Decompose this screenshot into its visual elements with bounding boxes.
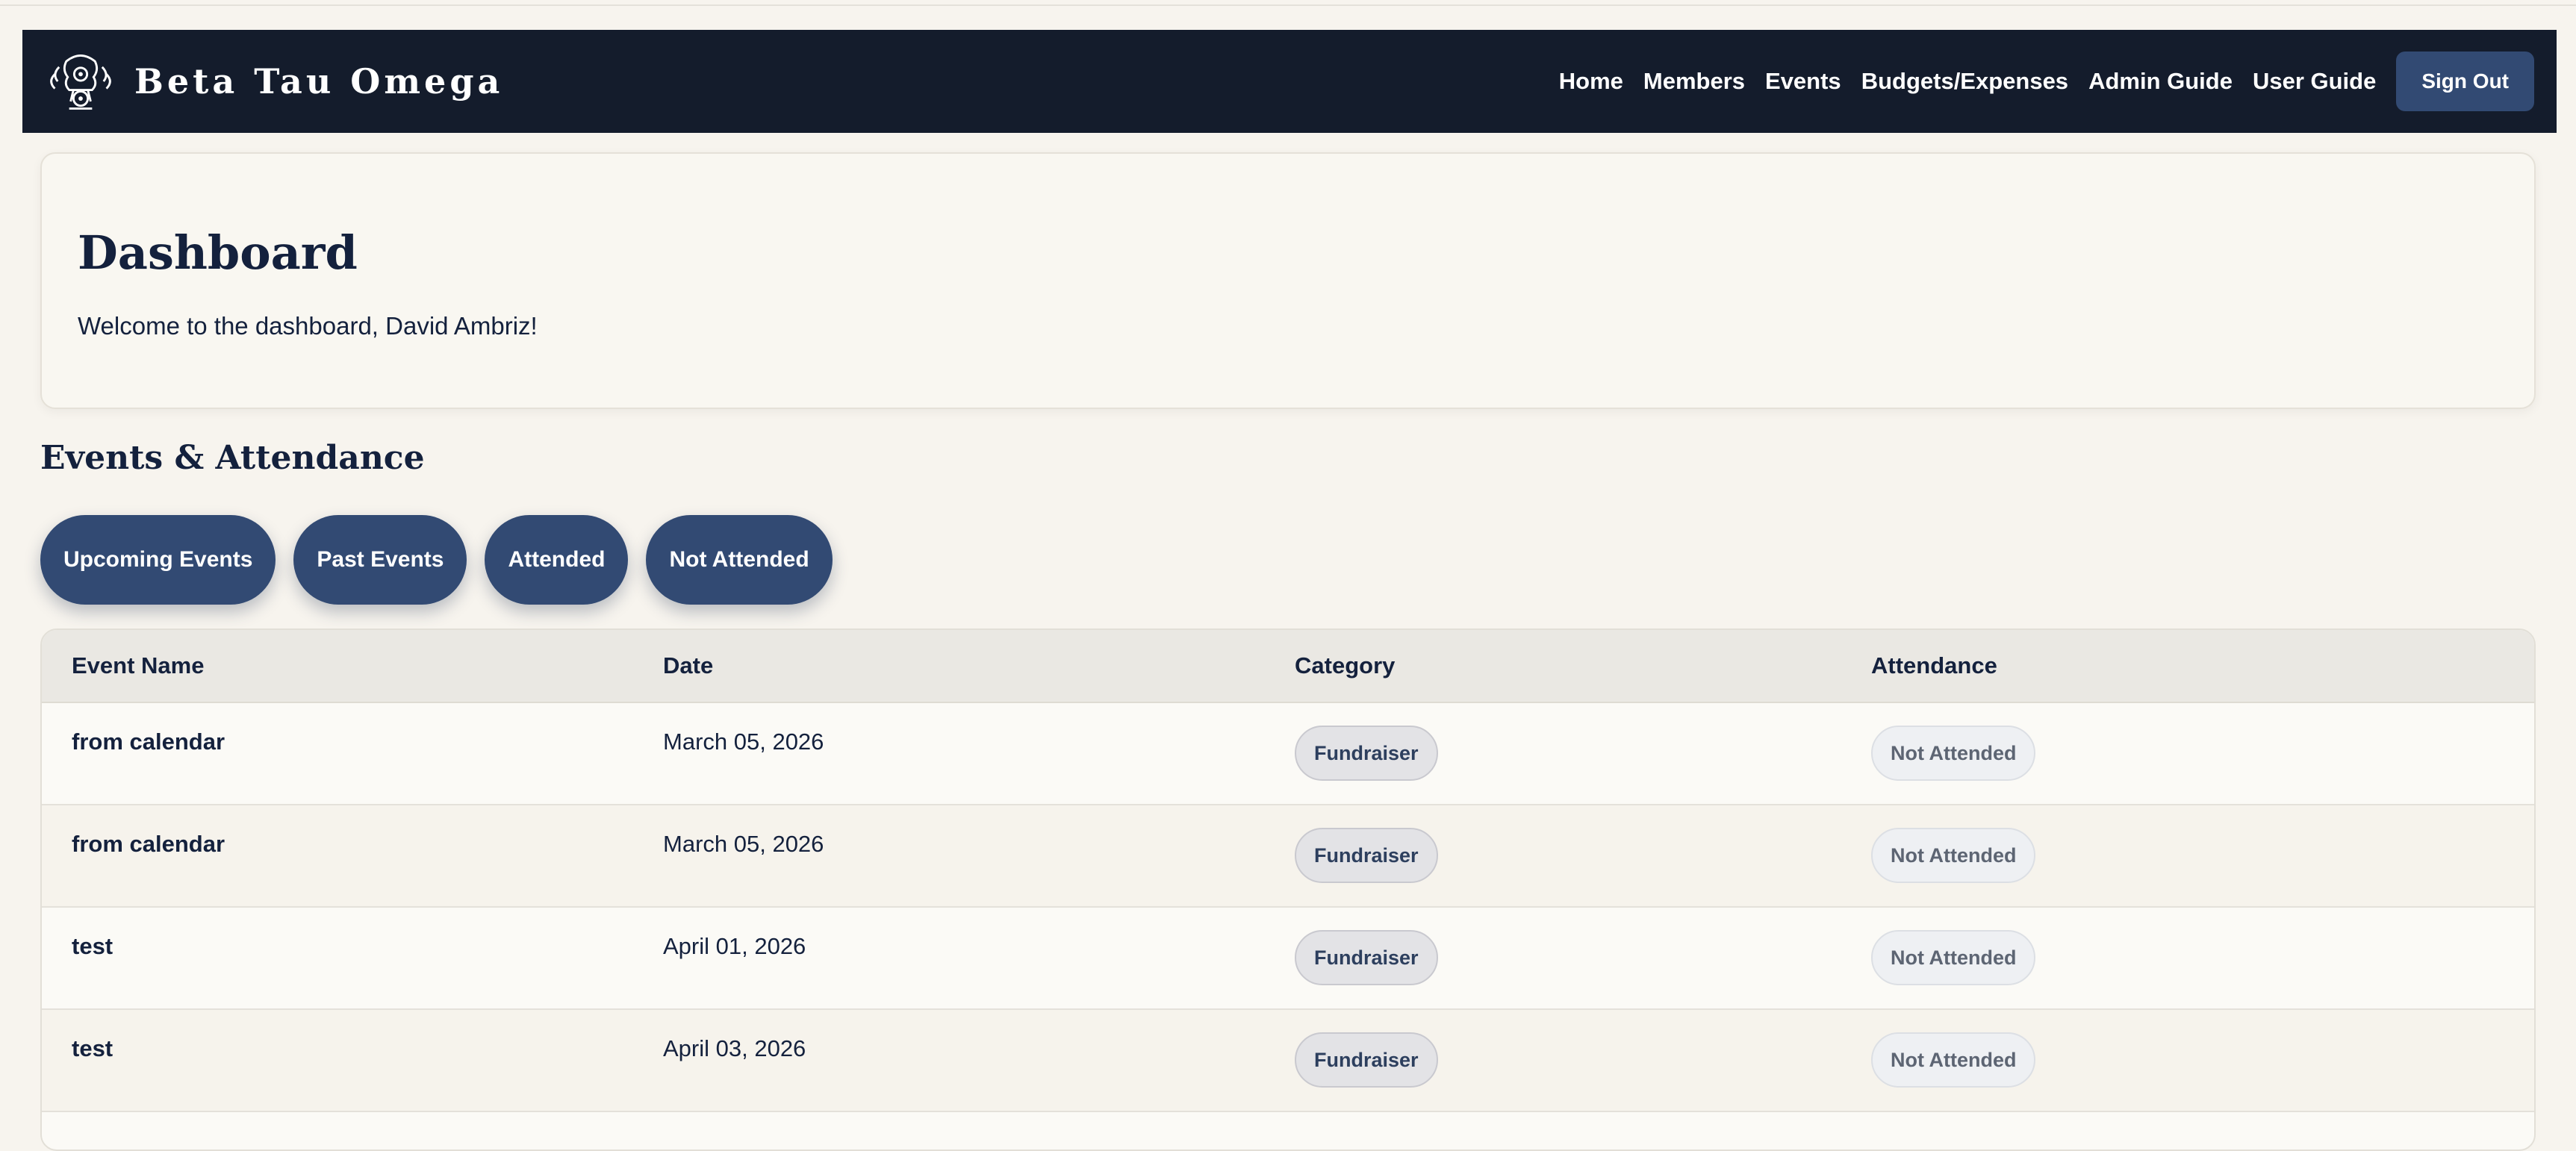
filter-not-attended-button[interactable]: Not Attended — [646, 515, 833, 605]
event-name-cell: from calendar — [72, 729, 225, 755]
column-header-attendance[interactable]: Attendance — [1871, 652, 2534, 679]
event-category-cell: Fundraiser — [1295, 805, 1871, 906]
event-attendance-cell: Not Attended — [1871, 805, 2534, 906]
column-header-category[interactable]: Category — [1295, 652, 1871, 679]
category-badge: Fundraiser — [1295, 1032, 1438, 1088]
attendance-badge: Not Attended — [1871, 726, 2036, 781]
filter-attended-button[interactable]: Attended — [485, 515, 629, 605]
event-name-cell: test — [72, 1035, 113, 1061]
top-navbar: Beta Tau Omega Home Members Events Budge… — [22, 30, 2557, 133]
table-row[interactable]: from calendar March 05, 2026 Fundraiser … — [42, 805, 2534, 908]
nav-link-events[interactable]: Events — [1765, 68, 1841, 95]
event-attendance-cell: Not Attended — [1871, 908, 2534, 1008]
nav-link-budgets-expenses[interactable]: Budgets/Expenses — [1861, 68, 2068, 95]
event-category-cell: Fundraiser — [1295, 908, 1871, 1008]
event-name-cell: test — [72, 933, 113, 959]
column-header-event-name[interactable]: Event Name — [42, 652, 663, 679]
welcome-message: Welcome to the dashboard, David Ambriz! — [78, 312, 538, 340]
sign-out-button[interactable]: Sign Out — [2396, 52, 2534, 111]
event-date-cell: April 01, 2026 — [663, 933, 806, 959]
event-attendance-cell: Not Attended — [1871, 1010, 2534, 1111]
event-attendance-cell: Not Attended — [1871, 703, 2534, 804]
filter-upcoming-events-button[interactable]: Upcoming Events — [40, 515, 276, 605]
filter-past-events-button[interactable]: Past Events — [293, 515, 467, 605]
nav-links: Home Members Events Budgets/Expenses Adm… — [1559, 52, 2534, 111]
table-row[interactable]: test April 01, 2026 Fundraiser Not Atten… — [42, 908, 2534, 1010]
category-badge: Fundraiser — [1295, 930, 1438, 985]
table-row[interactable]: from calendar March 05, 2026 Fundraiser … — [42, 703, 2534, 805]
events-section-title: Events & Attendance — [40, 439, 425, 477]
event-date-cell: April 03, 2026 — [663, 1035, 806, 1061]
table-header: Event Name Date Category Attendance — [42, 630, 2534, 703]
window-top-edge — [0, 0, 2576, 6]
category-badge: Fundraiser — [1295, 828, 1438, 883]
category-badge: Fundraiser — [1295, 726, 1438, 781]
attendance-badge: Not Attended — [1871, 1032, 2036, 1088]
page-title: Dashboard — [78, 225, 358, 280]
table-row[interactable]: test April 03, 2026 Fundraiser Not Atten… — [42, 1010, 2534, 1112]
event-category-cell: Fundraiser — [1295, 703, 1871, 804]
dashboard-card: Dashboard Welcome to the dashboard, Davi… — [40, 152, 2536, 409]
event-category-cell: Fundraiser — [1295, 1010, 1871, 1111]
event-date-cell: March 05, 2026 — [663, 729, 824, 755]
crest-logo-icon — [50, 54, 111, 110]
event-filters: Upcoming Events Past Events Attended Not… — [40, 515, 833, 605]
attendance-badge: Not Attended — [1871, 930, 2036, 985]
event-date-cell: March 05, 2026 — [663, 831, 824, 857]
nav-link-user-guide[interactable]: User Guide — [2253, 68, 2376, 95]
nav-link-admin-guide[interactable]: Admin Guide — [2088, 68, 2233, 95]
brand[interactable]: Beta Tau Omega — [45, 46, 503, 117]
brand-name: Beta Tau Omega — [134, 61, 504, 102]
event-name-cell: from calendar — [72, 831, 225, 857]
nav-link-members[interactable]: Members — [1643, 68, 1745, 95]
nav-link-home[interactable]: Home — [1559, 68, 1623, 95]
attendance-badge: Not Attended — [1871, 828, 2036, 883]
events-table: Event Name Date Category Attendance from… — [40, 628, 2536, 1151]
column-header-date[interactable]: Date — [663, 652, 1295, 679]
